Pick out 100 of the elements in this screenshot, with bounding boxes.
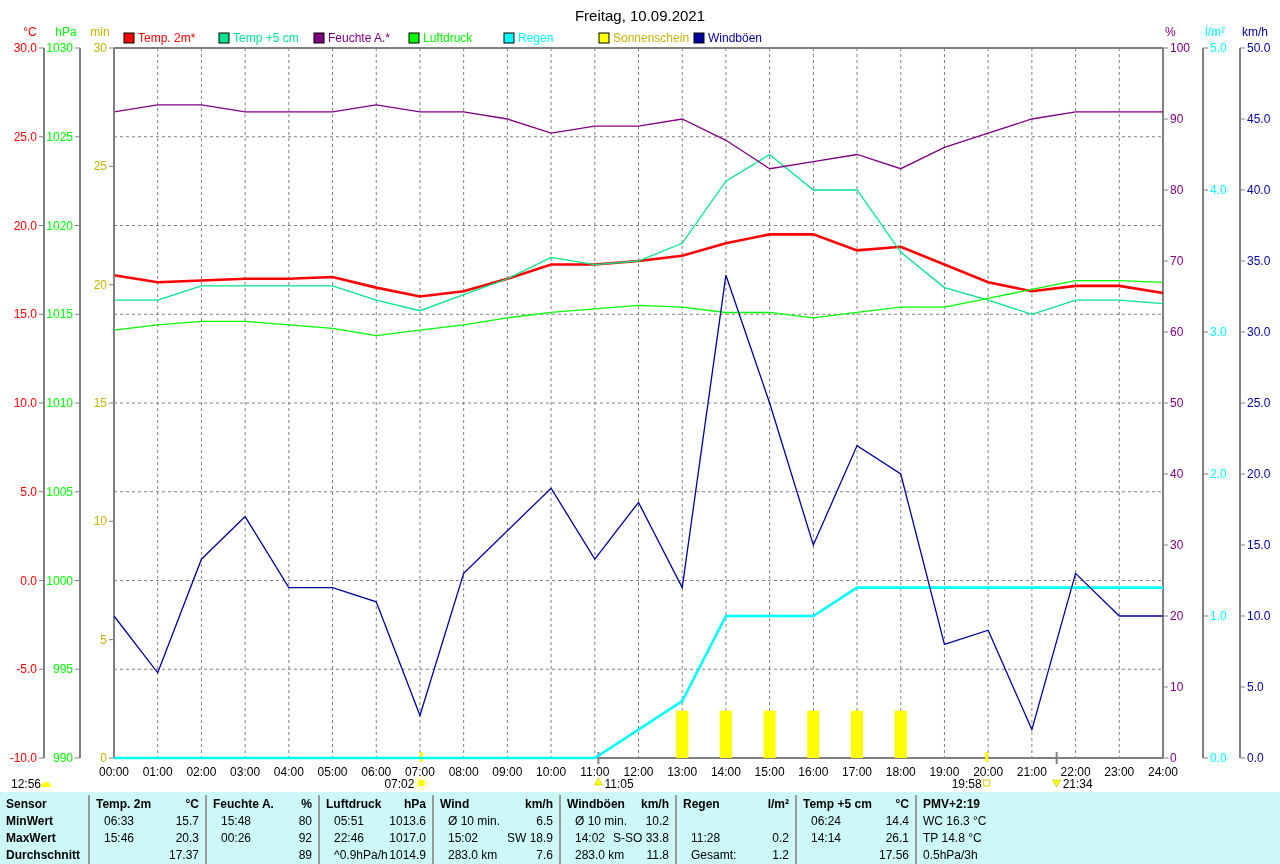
- column-header: Regen: [683, 796, 720, 811]
- column-header: Wind: [440, 796, 470, 811]
- axis-tick-label: 0: [1170, 751, 1177, 765]
- legend-label: Regen: [518, 31, 554, 45]
- stat-value: SW 18.9: [506, 830, 553, 845]
- axis-tick-label: 15.0: [13, 307, 37, 322]
- axis-tick-label: 10.0: [13, 396, 37, 410]
- stat-value: 1017.0: [389, 830, 426, 845]
- unit-label: hPa: [404, 796, 426, 811]
- axis-tick-label: 15:00: [754, 765, 785, 779]
- axis-unit-label: %: [1165, 25, 1176, 39]
- axis-tick-label: 23:00: [1104, 765, 1135, 779]
- stat-label: Ø 10 min.: [574, 813, 628, 828]
- axis-tick-label: 50: [1170, 396, 1184, 410]
- stat-value: 7.6: [536, 847, 553, 862]
- axis-tick-label: 5.0: [20, 484, 37, 499]
- axis-tick-label: 0.0: [20, 573, 37, 588]
- axis-tick-label: 21:00: [1016, 765, 1047, 779]
- axis-tick-label: 30: [1170, 538, 1184, 552]
- axis-tick-label: 30.0: [13, 41, 37, 55]
- axis-tick-label: 40: [1170, 467, 1184, 481]
- axis-tick-label: 1005: [46, 484, 73, 499]
- axis-tick-label: 02:00: [186, 765, 217, 779]
- axis-tick-label: 15: [93, 396, 107, 410]
- stat-value: 20.3: [175, 830, 199, 845]
- unit-label: l/m²: [767, 796, 789, 811]
- axis-tick-label: 08:00: [448, 765, 479, 779]
- axis-tick-label: 1015: [46, 307, 73, 322]
- axis-tick-label: 50.0: [1247, 41, 1271, 55]
- axis-tick-label: 14:00: [710, 765, 741, 779]
- stat-value: 26.1: [885, 830, 909, 845]
- axis-tick-label: 06:00: [361, 765, 392, 779]
- stat-label: 06:33: [103, 813, 135, 828]
- legend-label: Temp +5 cm: [233, 31, 299, 45]
- axis-tick-label: 1000: [46, 573, 73, 588]
- stat-label: 15:48: [220, 813, 252, 828]
- axis-tick-label: 60: [1170, 325, 1184, 339]
- stat-value: 14.4: [885, 813, 909, 828]
- stat-label: 05:51: [333, 813, 365, 828]
- stat-value: 1014.9: [389, 847, 426, 862]
- stat-value: 0.2: [772, 830, 789, 845]
- chart-title: Freitag, 10.09.2021: [574, 7, 706, 24]
- stat-value: 17.56: [878, 847, 909, 862]
- axis-tick-label: 1025: [46, 129, 73, 144]
- legend-label: Sonnenschein: [613, 31, 690, 45]
- axis-unit-label: l/m²: [1205, 25, 1225, 39]
- axis-unit-label: km/h: [1242, 25, 1268, 39]
- sunrise-time: 07:02: [384, 777, 415, 791]
- axis-tick-label: -10.0: [9, 751, 37, 765]
- axis-tick-label: 25.0: [13, 129, 37, 144]
- axis-tick-label: 2.0: [1210, 467, 1227, 481]
- axis-tick-label: 3.0: [1210, 325, 1227, 339]
- axis-tick-label: 10: [1170, 680, 1184, 694]
- axis-tick-label: 17:00: [842, 765, 873, 779]
- column-header: Temp +5 cm: [803, 796, 872, 811]
- stat-label: 15:02: [447, 830, 479, 845]
- stat-value: 1.2: [772, 847, 789, 862]
- axis-tick-label: 20: [1170, 609, 1184, 623]
- axis-tick-label: 90: [1170, 112, 1184, 126]
- axis-unit-label: min: [90, 25, 110, 39]
- stat-value: 1013.6: [389, 813, 426, 828]
- stat-label: 06:24: [810, 813, 842, 828]
- stat-value: 0.5hPa/3h: [923, 847, 978, 862]
- axis-unit-label: hPa: [55, 25, 77, 39]
- stat-label: 11:28: [690, 830, 721, 845]
- axis-tick-label: 04:00: [273, 765, 304, 779]
- unit-label: km/h: [525, 796, 553, 811]
- axis-tick-label: -5.0: [16, 662, 37, 677]
- axis-tick-label: 30: [93, 41, 107, 55]
- axis-tick-label: 4.0: [1210, 183, 1227, 197]
- axis-tick-label: 03:00: [230, 765, 261, 779]
- axis-tick-label: 20.0: [13, 218, 37, 233]
- axis-unit-label: °C: [23, 25, 37, 39]
- axis-tick-label: 100: [1170, 41, 1191, 55]
- stat-value: 15.7: [175, 813, 199, 828]
- stat-value: 10.2: [645, 813, 669, 828]
- axis-tick-label: 09:00: [492, 765, 523, 779]
- axis-tick-label: 16:00: [798, 765, 829, 779]
- unit-label: °C: [185, 796, 199, 811]
- axis-tick-label: 22:00: [1060, 765, 1091, 779]
- axis-tick-label: 45.0: [1247, 112, 1271, 126]
- axis-tick-label: 1030: [46, 41, 73, 55]
- row-label: MaxWert: [6, 830, 56, 845]
- row-label: Durchschnitt: [6, 847, 80, 862]
- axis-tick-label: 18:00: [885, 765, 916, 779]
- axis-tick-label: 990: [52, 751, 73, 765]
- unit-label: °C: [895, 796, 909, 811]
- axis-tick-label: 80: [1170, 183, 1184, 197]
- row-label: MinWert: [6, 813, 54, 828]
- axis-tick-label: 01:00: [142, 765, 173, 779]
- axis-tick-label: 5.0: [1247, 680, 1264, 694]
- sunset-time: 19:58: [951, 777, 982, 791]
- unit-label: %: [301, 796, 312, 811]
- axis-tick-label: 0.0: [1247, 751, 1264, 765]
- axis-tick-label: 20.0: [1247, 467, 1271, 481]
- axis-tick-label: 00:00: [99, 765, 129, 779]
- legend-label: Feuchte A.*: [328, 31, 391, 45]
- stat-value: TP 14.8 °C: [923, 830, 982, 845]
- axis-tick-label: 12:00: [623, 765, 654, 779]
- axis-tick-label: 70: [1170, 254, 1184, 268]
